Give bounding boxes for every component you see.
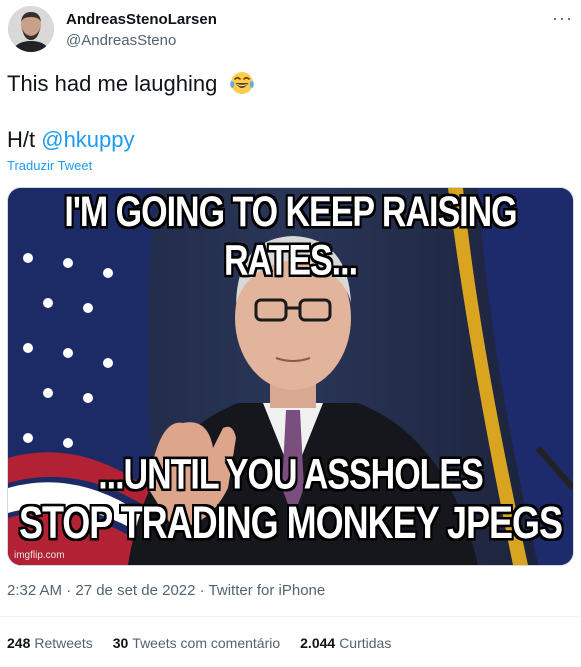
face-with-tears-of-joy-icon (230, 72, 255, 94)
more-options-icon[interactable]: ··· (552, 8, 573, 29)
meme-bottom-caption-line2: STOP TRADING MONKEY JPEGS (18, 496, 563, 548)
quote-tweets-count: 30 (112, 635, 129, 651)
hat-tip-prefix: H/t (7, 127, 42, 152)
translate-tweet-link[interactable]: Traduzir Tweet (7, 158, 92, 173)
hat-tip-line: H/t @hkuppy (7, 126, 255, 154)
avatar-image (8, 6, 54, 52)
retweets-label: Retweets (34, 635, 93, 651)
avatar[interactable] (8, 6, 54, 52)
author-name[interactable]: AndreasStenoLarsen (66, 11, 217, 28)
author-handle[interactable]: @AndreasSteno (66, 32, 176, 49)
likes-count: 2.044 (300, 635, 336, 651)
likes-label: Curtidas (339, 635, 392, 651)
tweet-timestamp[interactable]: 2:32 AM · 27 de set de 2022 · Twitter fo… (7, 582, 325, 599)
quote-tweets-stat[interactable]: 30 Tweets com comentário (113, 635, 280, 651)
divider (0, 616, 581, 617)
retweets-count: 248 (7, 635, 31, 651)
tweet-text: This had me laughing H/t @hkuppy (7, 70, 255, 154)
tweet-text-line1: This had me laughing (7, 71, 218, 96)
mention-link[interactable]: @hkuppy (41, 127, 134, 152)
retweets-stat[interactable]: 248 Retweets (7, 635, 93, 651)
engagement-stats: 248 Retweets 30 Tweets com comentário 2.04… (7, 635, 391, 651)
tweet-media-image[interactable]: I'M GOING TO KEEP RAISING RATES... ...UN… (7, 187, 574, 566)
meme-bottom-caption-line1: ...UNTIL YOU ASSHOLES (98, 451, 484, 499)
quote-tweets-label: Tweets com comentário (132, 635, 281, 651)
imgflip-watermark: imgflip.com (14, 550, 65, 561)
meme-top-caption: I'M GOING TO KEEP RAISING RATES... (64, 188, 517, 285)
likes-stat[interactable]: 2.044 Curtidas (300, 635, 391, 651)
